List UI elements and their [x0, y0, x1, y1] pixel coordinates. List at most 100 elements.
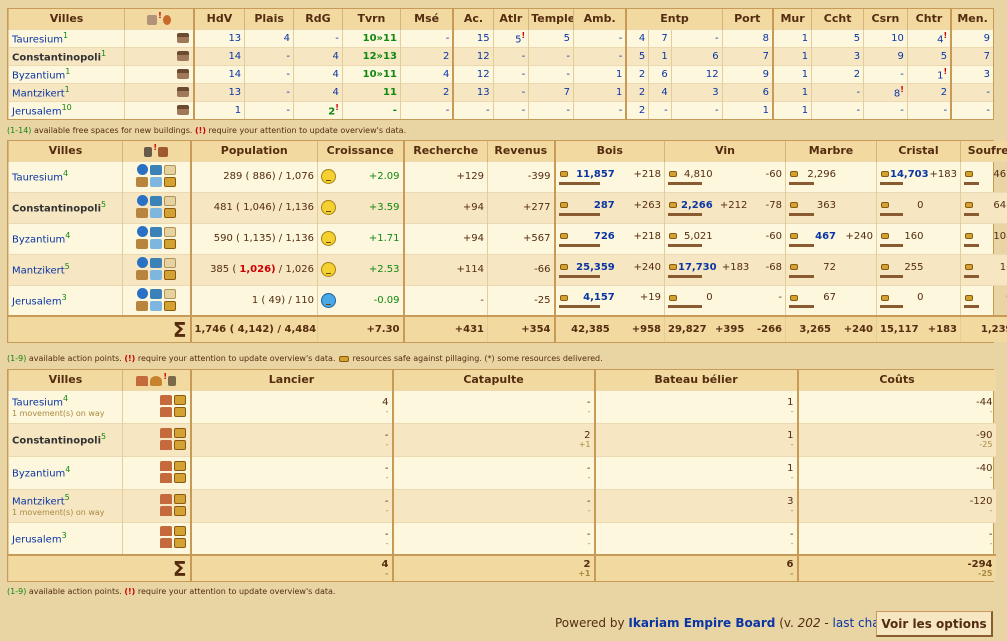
building-cell[interactable]: 4 — [648, 82, 672, 101]
building-cell[interactable]: 4! — [906, 28, 952, 47]
building-cell[interactable]: 1 — [771, 64, 812, 83]
marbre-cell[interactable]: 72 — [785, 253, 877, 285]
catapulte-cell[interactable]: -- — [391, 488, 595, 522]
soufre-cell[interactable]: 648 — [960, 191, 1007, 223]
city-cell[interactable]: Tauresium4 1 movement(s) on way — [8, 389, 123, 423]
marbre-cell[interactable]: 363 — [785, 191, 877, 223]
building-cell[interactable]: 1 — [771, 100, 812, 119]
col-chtr[interactable]: Chtr — [906, 9, 952, 29]
building-cell[interactable]: - — [528, 46, 574, 65]
vin-cell[interactable]: 17,730 +183 -68 — [664, 253, 786, 285]
bois-cell[interactable]: 11,857 +218 — [553, 160, 665, 192]
building-cell[interactable]: 12 — [452, 46, 494, 65]
bateau-cell[interactable]: 1- — [593, 389, 798, 423]
city-link[interactable]: Mantzikert — [12, 88, 65, 99]
building-cell[interactable]: 4 — [293, 46, 343, 65]
soufre-cell[interactable]: 467 — [960, 160, 1007, 192]
soufre-cell[interactable]: 0 — [960, 284, 1007, 316]
col-marbre[interactable]: Marbre — [785, 141, 877, 161]
building-cell[interactable]: 4 — [399, 64, 454, 83]
cristal-cell[interactable]: 14,703 +183 — [876, 160, 961, 192]
building-cell[interactable]: 6 — [721, 82, 773, 101]
building-cell[interactable]: 10»11 — [341, 64, 401, 83]
col-villes[interactable]: Villes — [8, 370, 123, 390]
city-cell[interactable]: Jerusalem3 — [8, 521, 123, 555]
cristal-cell[interactable]: 0 — [876, 284, 961, 316]
col-ac[interactable]: Ac. — [452, 9, 494, 29]
col-amb[interactable]: Amb. — [572, 9, 627, 29]
bois-cell[interactable]: 25,359 +240 — [553, 253, 665, 285]
col-vin[interactable]: Vin — [664, 141, 786, 161]
col-soufre[interactable]: Soufre — [960, 141, 1007, 161]
col-couts[interactable]: Coûts — [796, 370, 996, 390]
building-cell[interactable]: - — [492, 64, 529, 83]
building-cell[interactable]: - — [572, 46, 627, 65]
soufre-cell[interactable]: 16 — [960, 253, 1007, 285]
couts-cell[interactable]: -44- — [796, 389, 996, 423]
building-cell[interactable]: 1 — [572, 82, 627, 101]
col-lancier[interactable]: Lancier — [189, 370, 393, 390]
bois-cell[interactable]: 726 +218 — [553, 222, 665, 254]
col-tvrn[interactable]: Tvrn — [341, 9, 401, 29]
building-cell[interactable]: 1 — [771, 82, 812, 101]
building-cell[interactable]: 11 — [341, 82, 401, 101]
city-link[interactable]: Byzantium — [12, 235, 65, 246]
building-cell[interactable]: 2 — [399, 82, 454, 101]
building-cell[interactable]: 2 — [625, 64, 649, 83]
building-cell[interactable]: 13 — [192, 82, 245, 101]
col-plais[interactable]: Plais — [244, 9, 294, 29]
building-cell[interactable]: - — [950, 100, 993, 119]
building-cell[interactable]: 7 — [648, 28, 672, 47]
cristal-cell[interactable]: 0 — [876, 191, 961, 223]
building-cell[interactable]: 12 — [452, 64, 494, 83]
col-population[interactable]: Population — [189, 141, 318, 161]
building-cell[interactable]: - — [244, 100, 294, 119]
col-recherche[interactable]: Recherche — [402, 141, 488, 161]
city-cell[interactable]: Byzantium4 — [8, 222, 123, 254]
building-cell[interactable]: - — [244, 46, 294, 65]
building-cell[interactable]: 10»11 — [341, 28, 401, 47]
col-villes[interactable]: Villes — [8, 141, 123, 161]
city-link[interactable]: Tauresium — [12, 173, 63, 184]
vin-cell[interactable]: 0- — [664, 284, 786, 316]
col-bateau[interactable]: Bateau bélier — [593, 370, 798, 390]
city-cell[interactable]: Constantinopoli5 — [8, 191, 123, 223]
building-cell[interactable]: 2! — [293, 100, 343, 119]
building-cell[interactable]: - — [670, 28, 723, 47]
building-cell[interactable]: 10 — [863, 28, 908, 47]
building-cell[interactable]: 15 — [452, 28, 494, 47]
catapulte-cell[interactable]: -- — [391, 455, 595, 489]
city-cell[interactable]: Mantzikert5 — [8, 253, 123, 285]
building-cell[interactable]: - — [452, 100, 494, 119]
brand-link[interactable]: Ikariam Empire Board — [628, 616, 775, 630]
building-cell[interactable]: 5 — [625, 46, 649, 65]
building-cell[interactable]: 14 — [192, 64, 245, 83]
catapulte-cell[interactable]: -- — [391, 389, 595, 423]
col-hdv[interactable]: HdV — [192, 9, 245, 29]
building-cell[interactable]: 5 — [811, 28, 864, 47]
lancier-cell[interactable]: -- — [189, 521, 393, 555]
lancier-cell[interactable]: -- — [189, 422, 393, 456]
building-cell[interactable]: - — [244, 64, 294, 83]
city-link[interactable]: Jerusalem — [12, 534, 62, 545]
building-cell[interactable]: 3 — [670, 82, 723, 101]
building-cell[interactable]: - — [244, 82, 294, 101]
col-atlr[interactable]: Atlr — [492, 9, 529, 29]
vin-cell[interactable]: 5,021 -60 — [664, 222, 786, 254]
building-cell[interactable]: 1 — [721, 100, 773, 119]
city-link[interactable]: Byzantium — [12, 70, 65, 81]
building-cell[interactable]: 1 — [192, 100, 245, 119]
building-cell[interactable]: 5 — [906, 46, 952, 65]
building-cell[interactable]: 4 — [293, 64, 343, 83]
bateau-cell[interactable]: 1- — [593, 422, 798, 456]
catapulte-cell[interactable]: -- — [391, 521, 595, 555]
col-entp[interactable]: Entp — [625, 9, 723, 29]
building-cell[interactable]: - — [492, 46, 529, 65]
building-cell[interactable]: 3 — [811, 46, 864, 65]
building-cell[interactable]: - — [492, 82, 529, 101]
col-villes[interactable]: Villes — [7, 9, 125, 29]
city-link[interactable]: Constantinopoli — [12, 436, 101, 447]
building-cell[interactable]: 1 — [771, 28, 812, 47]
col-rdg[interactable]: RdG — [293, 9, 343, 29]
col-croissance[interactable]: Croissance — [317, 141, 404, 161]
